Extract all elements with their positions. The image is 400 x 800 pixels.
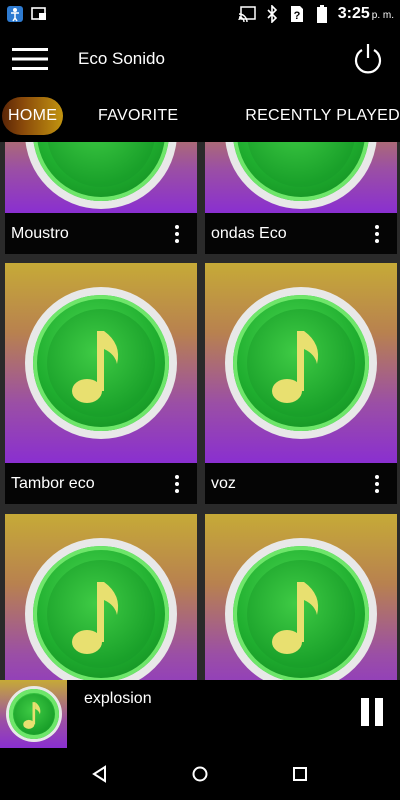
- status-time: 3:25 p. m.: [337, 5, 394, 22]
- hamburger-menu-icon[interactable]: [0, 28, 60, 90]
- music-note-icon: [272, 582, 319, 654]
- power-icon[interactable]: [350, 40, 386, 76]
- grid-item[interactable]: [205, 514, 397, 680]
- bluetooth-icon: [263, 5, 281, 23]
- pause-icon[interactable]: [358, 698, 386, 728]
- tab-home[interactable]: HOME: [2, 97, 64, 135]
- grid-item-title: ondas Eco: [211, 224, 287, 242]
- grid-item-caption: voz: [205, 463, 397, 504]
- grid-item-caption: Tambor eco: [5, 463, 197, 504]
- now-playing-title: explosion: [84, 690, 152, 707]
- cast-screen-icon: [30, 5, 48, 23]
- music-disc-icon: [6, 686, 62, 742]
- app-screen: ? 3:25 p. m. Eco Sonido HOME FAVORITE REC…: [0, 0, 400, 800]
- now-playing-thumbnail[interactable]: [0, 680, 67, 748]
- sound-thumbnail[interactable]: [5, 514, 197, 680]
- grid-item[interactable]: voz: [205, 263, 397, 504]
- more-options-icon[interactable]: [171, 471, 183, 497]
- app-bar: Eco Sonido: [0, 28, 400, 90]
- grid-item-title: voz: [211, 474, 236, 492]
- music-disc-icon: [225, 538, 377, 680]
- music-disc-icon: [25, 142, 177, 209]
- grid-item-title: Tambor eco: [11, 474, 95, 492]
- more-options-icon[interactable]: [371, 221, 383, 247]
- music-disc-icon: [225, 142, 377, 209]
- grid-item-caption: ondas Eco: [205, 213, 397, 254]
- sound-thumbnail[interactable]: [5, 263, 197, 463]
- sound-grid: Moustro ondas Eco Tambor eco voz: [0, 142, 400, 680]
- status-bar: ? 3:25 p. m.: [0, 0, 400, 28]
- battery-icon: [313, 5, 331, 23]
- grid-item[interactable]: [5, 514, 197, 680]
- recent-apps-icon[interactable]: [280, 754, 320, 794]
- music-disc-icon: [225, 287, 377, 439]
- music-note-icon: [72, 331, 119, 403]
- grid-item[interactable]: ondas Eco: [205, 142, 397, 254]
- grid-item-title: Moustro: [11, 224, 69, 242]
- more-options-icon[interactable]: [371, 471, 383, 497]
- music-disc-icon: [25, 538, 177, 680]
- sound-thumbnail[interactable]: [205, 514, 397, 680]
- music-note-icon: [23, 702, 41, 729]
- sound-thumbnail[interactable]: [205, 263, 397, 463]
- sound-thumbnail[interactable]: [5, 142, 197, 213]
- home-icon[interactable]: [180, 754, 220, 794]
- tab-favorite[interactable]: FAVORITE: [98, 97, 178, 135]
- accessibility-icon: [6, 5, 24, 23]
- grid-item[interactable]: Moustro: [5, 142, 197, 254]
- grid-item[interactable]: Tambor eco: [5, 263, 197, 504]
- tab-recently-played[interactable]: RECENTLY PLAYED: [245, 97, 400, 135]
- svg-text:?: ?: [293, 10, 300, 22]
- cast-icon: [238, 5, 256, 23]
- music-disc-icon: [25, 287, 177, 439]
- more-options-icon[interactable]: [171, 221, 183, 247]
- music-note-icon: [72, 582, 119, 654]
- app-title: Eco Sonido: [78, 49, 165, 68]
- sound-thumbnail[interactable]: [205, 142, 397, 213]
- grid-item-caption: Moustro: [5, 213, 197, 254]
- back-icon[interactable]: [80, 754, 120, 794]
- tab-bar: HOME FAVORITE RECENTLY PLAYED: [0, 90, 400, 142]
- now-playing-bar[interactable]: explosion: [0, 680, 400, 748]
- system-navigation-bar: [0, 748, 400, 800]
- music-note-icon: [272, 331, 319, 403]
- no-sim-icon: ?: [288, 5, 306, 23]
